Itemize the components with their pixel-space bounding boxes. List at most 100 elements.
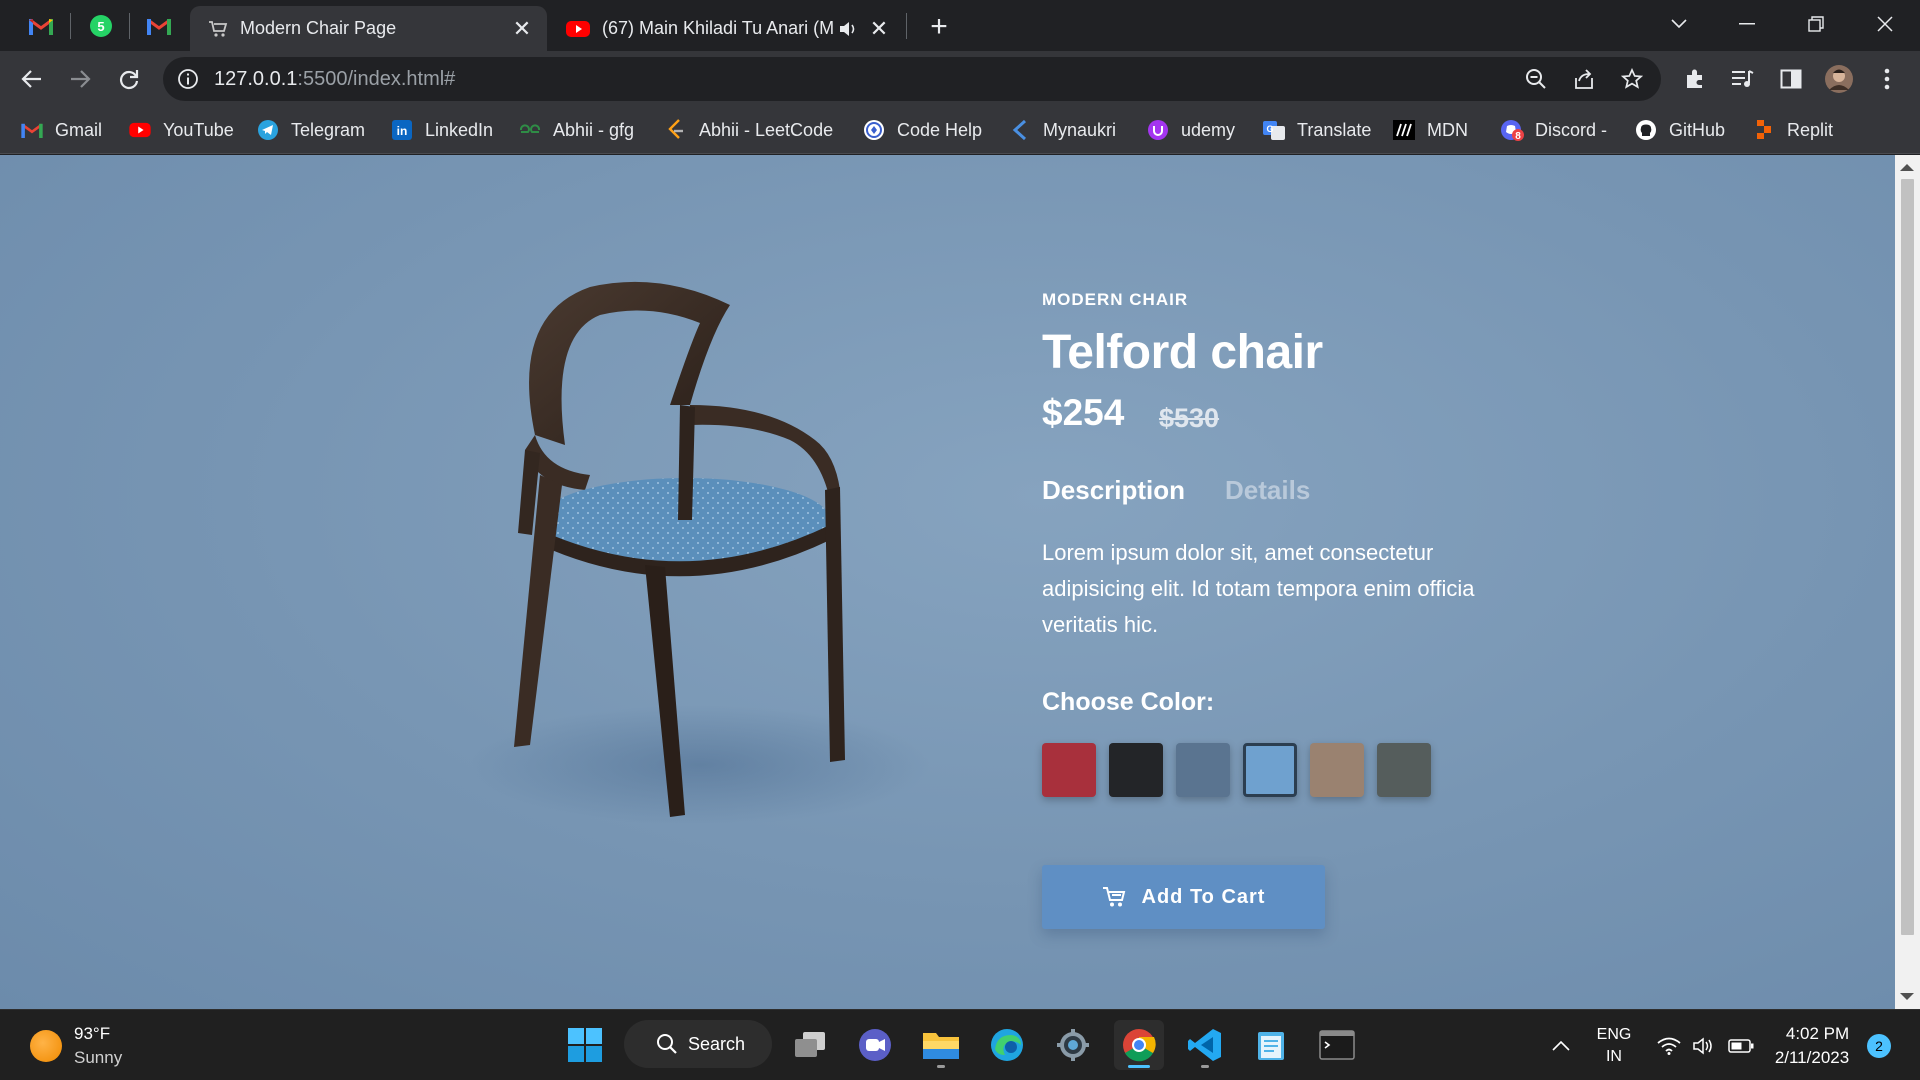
tab-description[interactable]: Description <box>1042 475 1185 506</box>
weather-widget[interactable]: 93°F Sunny <box>30 1022 122 1070</box>
close-tab-icon[interactable]: ✕ <box>868 16 890 41</box>
clock[interactable]: 4:02 PM 2/11/2023 <box>1770 1010 1854 1080</box>
udemy-icon <box>1146 118 1170 142</box>
bookmark-telegram[interactable]: Telegram <box>256 114 365 146</box>
zoom-icon[interactable] <box>1519 63 1553 95</box>
bookmark-gmail[interactable]: Gmail <box>20 114 102 146</box>
whatsapp-badge: 5 <box>97 19 104 34</box>
tab-search-icon[interactable] <box>1651 6 1707 42</box>
bookmark-discord[interactable]: 8 Discord - <box>1500 114 1607 146</box>
taskbar-search[interactable]: Search <box>624 1020 772 1068</box>
page-scrollbar[interactable] <box>1895 155 1920 1009</box>
color-swatch-sky-blue[interactable] <box>1243 743 1297 797</box>
lang-line1: ENG <box>1596 1025 1632 1043</box>
vscode-button[interactable] <box>1180 1020 1230 1070</box>
add-to-cart-label: Add To Cart <box>1141 885 1266 908</box>
media-control-icon[interactable] <box>1724 60 1762 98</box>
bookmark-label: Mynaukri <box>1043 119 1117 140</box>
close-tab-icon[interactable]: ✕ <box>511 16 533 41</box>
speaker-icon[interactable] <box>838 20 858 38</box>
wifi-icon[interactable] <box>1652 1010 1686 1080</box>
folder-icon <box>923 1033 959 1059</box>
bookmark-mynaukri[interactable]: Mynaukri <box>1008 114 1116 146</box>
bookmark-codehelp[interactable]: Code Help <box>862 114 982 146</box>
battery-icon[interactable] <box>1724 1010 1758 1080</box>
share-icon[interactable] <box>1567 63 1601 95</box>
pinned-tab-gmail-2[interactable] <box>142 9 176 43</box>
url-text[interactable]: 127.0.0.1:5500/index.html# <box>214 68 455 91</box>
terminal-button[interactable] <box>1312 1020 1362 1070</box>
reload-icon <box>119 70 139 90</box>
color-swatches <box>1042 743 1444 797</box>
task-view-button[interactable] <box>785 1020 835 1070</box>
color-swatch-denim[interactable] <box>1176 743 1230 797</box>
bookmark-label: Code Help <box>897 119 983 140</box>
youtube-icon <box>128 118 152 142</box>
bookmark-replit[interactable]: Replit <box>1752 114 1833 146</box>
add-to-cart-button[interactable]: Add To Cart <box>1042 865 1325 929</box>
profile-avatar[interactable] <box>1820 60 1858 98</box>
bookmark-linkedin[interactable]: in LinkedIn <box>390 114 493 146</box>
color-swatch-red[interactable] <box>1042 743 1096 797</box>
gmail-icon <box>29 18 53 35</box>
info-icon[interactable] <box>177 68 199 90</box>
color-swatch-tan[interactable] <box>1310 743 1364 797</box>
file-explorer-button[interactable] <box>916 1020 966 1070</box>
bookmark-star-icon[interactable] <box>1615 63 1649 95</box>
bookmark-label: LinkedIn <box>425 119 494 140</box>
youtube-icon <box>566 20 590 37</box>
gfg-icon <box>518 118 542 142</box>
tab-strip: 5 Modern Chair Page ✕ (67) Main Khiladi … <box>0 0 1920 51</box>
edge-button[interactable] <box>982 1020 1032 1070</box>
tab-details[interactable]: Details <box>1225 475 1310 506</box>
bookmark-leetcode[interactable]: Abhii - LeetCode <box>664 114 833 146</box>
show-hidden-icons-chevron-icon[interactable] <box>1546 1010 1576 1080</box>
bookmark-github[interactable]: GitHub <box>1634 114 1725 146</box>
restore-icon[interactable] <box>1788 6 1844 42</box>
reload-button[interactable] <box>110 60 148 98</box>
gear-icon <box>1057 1029 1089 1061</box>
bookmark-label: Discord - <box>1535 119 1608 140</box>
bookmark-udemy[interactable]: udemy <box>1146 114 1235 146</box>
search-label: Search <box>688 1033 746 1054</box>
bookmark-translate[interactable]: G Translate <box>1262 114 1371 146</box>
pinned-tab-gmail[interactable] <box>24 9 58 43</box>
forward-button[interactable] <box>61 60 99 98</box>
scroll-down-arrow-icon[interactable] <box>1900 993 1914 1000</box>
discord-badge: 8 <box>1515 131 1521 142</box>
leetcode-icon <box>664 118 688 142</box>
notification-center[interactable]: 2 <box>1864 1010 1894 1080</box>
back-button[interactable] <box>13 60 51 98</box>
minimize-icon[interactable] <box>1719 6 1775 42</box>
tab-youtube[interactable]: (67) Main Khiladi Tu Anari (M ✕ <box>548 6 904 51</box>
notification-badge: 2 <box>1867 1033 1891 1058</box>
linkedin-icon: in <box>390 118 414 142</box>
close-window-icon[interactable] <box>1857 6 1913 42</box>
color-swatch-grey-green[interactable] <box>1377 743 1431 797</box>
product-description: Lorem ipsum dolor sit, amet consectetur … <box>1042 540 1475 637</box>
teams-chat-button[interactable] <box>850 1020 900 1070</box>
side-panel-icon[interactable] <box>1772 60 1810 98</box>
address-bar[interactable]: 127.0.0.1:5500/index.html# <box>163 57 1661 101</box>
language-indicator[interactable]: ENG IN <box>1588 1010 1640 1080</box>
settings-button[interactable] <box>1048 1020 1098 1070</box>
start-button[interactable] <box>560 1020 610 1070</box>
scroll-up-arrow-icon[interactable] <box>1900 164 1914 171</box>
extensions-icon[interactable] <box>1676 60 1714 98</box>
tab-modern-chair[interactable]: Modern Chair Page ✕ <box>190 6 547 51</box>
replit-icon <box>1752 118 1776 142</box>
bookmark-mdn[interactable]: MDN <box>1392 114 1468 146</box>
scrollbar-thumb[interactable] <box>1901 179 1914 935</box>
pinned-tab-whatsapp[interactable]: 5 <box>84 9 118 43</box>
bookmark-label: Translate <box>1297 119 1372 140</box>
bookmark-gfg[interactable]: Abhii - gfg <box>518 114 634 146</box>
volume-icon[interactable] <box>1688 1010 1718 1080</box>
menu-kebab-icon[interactable] <box>1868 60 1906 98</box>
bookmark-youtube[interactable]: YouTube <box>128 114 234 146</box>
chrome-button[interactable] <box>1114 1020 1164 1070</box>
color-swatch-black[interactable] <box>1109 743 1163 797</box>
notepad-button[interactable] <box>1246 1020 1296 1070</box>
tab-separator <box>70 13 71 39</box>
new-tab-button[interactable]: + <box>923 10 955 43</box>
teams-icon <box>859 1029 891 1061</box>
